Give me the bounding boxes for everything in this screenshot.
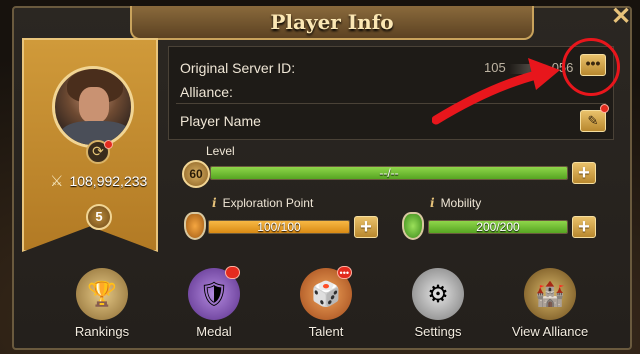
nav-label: View Alliance	[511, 324, 589, 339]
notification-dot	[104, 140, 113, 149]
alliance-label: Alliance:	[180, 84, 233, 100]
exploration-potion-icon	[184, 212, 206, 240]
nav-view-alliance[interactable]: 🏰 View Alliance	[508, 268, 592, 339]
player-name-label: Player Name	[180, 113, 261, 129]
nav-label: Talent	[308, 324, 344, 339]
notification-dot	[600, 104, 609, 113]
notification-badge: •••	[336, 266, 352, 279]
nav-label: Settings	[414, 324, 462, 339]
info-icon[interactable]: i	[212, 196, 217, 210]
window-title: Player Info	[270, 10, 394, 34]
close-icon[interactable]: ✕	[610, 5, 632, 29]
nav-label: Medal	[196, 324, 232, 339]
mobility-label: i Mobility	[430, 196, 482, 210]
nav-medal[interactable]: 🛡 Medal	[172, 266, 256, 339]
mobility-potion-icon	[402, 212, 424, 240]
mobility-bar: 200/200	[428, 220, 568, 234]
info-icon[interactable]: i	[430, 196, 435, 210]
crossed-swords-icon: ⚔	[50, 173, 64, 190]
title-banner: Player Info	[130, 6, 534, 40]
more-options-button[interactable]: •••	[580, 54, 606, 76]
power-row: ⚔ 108,992,233	[50, 170, 147, 192]
level-plus-button[interactable]: +	[572, 162, 596, 184]
exploration-plus-button[interactable]: +	[354, 216, 378, 238]
nav-settings[interactable]: ⚙ Settings	[396, 268, 480, 339]
nav-talent[interactable]: 🎲 ••• Talent	[284, 266, 368, 339]
notification-badge	[225, 266, 240, 279]
gear-icon: ⚙	[412, 268, 464, 320]
level-badge: 60	[182, 160, 210, 188]
server-id-label: Original Server ID:	[180, 60, 296, 76]
podium-icon: 🏆	[76, 268, 128, 320]
level-label: Level	[206, 144, 235, 158]
exploration-bar-text: 100/100	[257, 220, 301, 234]
nav-rankings[interactable]: 🏆 Rankings	[60, 268, 144, 339]
power-value: 108,992,233	[69, 173, 148, 189]
pointer-arrow	[432, 58, 560, 125]
level-bar: --/--	[210, 166, 568, 180]
mobility-plus-button[interactable]: +	[572, 216, 596, 238]
edit-name-button[interactable]: ✎	[580, 110, 606, 132]
avatar[interactable]	[52, 66, 134, 148]
medal-icon: 🛡	[188, 266, 240, 320]
level-bar-text: --/--	[379, 166, 399, 180]
exploration-bar: 100/100	[208, 220, 350, 234]
alliance-icon: 🏰	[524, 268, 576, 320]
mobility-bar-text: 200/200	[476, 220, 520, 234]
talent-icon: 🎲 •••	[300, 266, 352, 320]
nav-label: Rankings	[74, 324, 130, 339]
rank-badge: 5	[86, 204, 112, 230]
exploration-label: i Exploration Point	[212, 196, 314, 210]
